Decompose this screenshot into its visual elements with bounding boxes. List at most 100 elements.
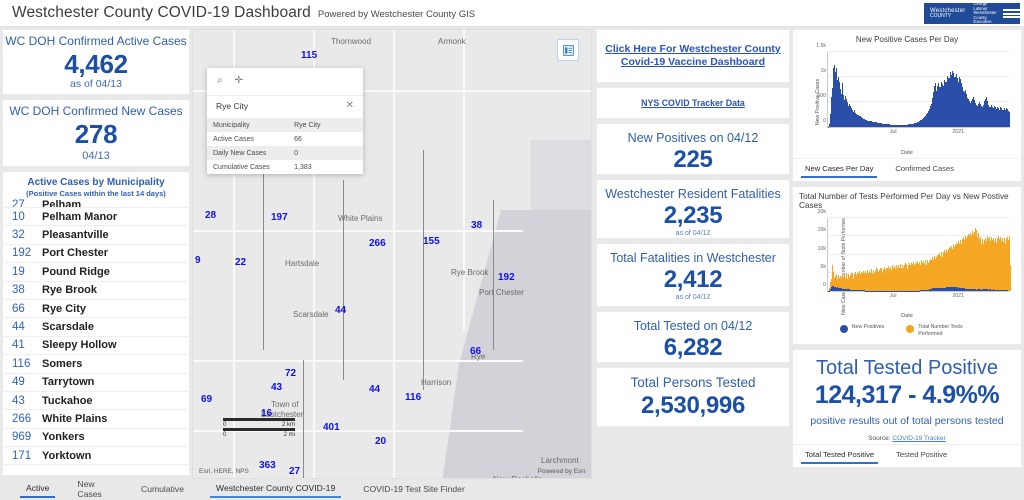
map-feature-popup[interactable]: ⌕ ✛ Rye City ✕ Municipality Rye City Activ…: [207, 68, 363, 174]
municipality-tabs[interactable]: Active New Cases Cumulative: [2, 477, 190, 500]
map-case-count[interactable]: 44: [335, 305, 346, 316]
chart-y-tick: 1k: [820, 68, 826, 74]
dashboard-root: Westchester County COVID-19 Dashboard Po…: [0, 0, 1024, 500]
logo-executive-text: George Latimer Westchester County Execut…: [973, 3, 1001, 24]
kpi-new-cases: WC DOH Confirmed New Cases 278 04/13: [2, 99, 190, 167]
tab-confirmed-cases[interactable]: Confirmed Cases: [891, 162, 958, 178]
tab-westchester-county-covid-19[interactable]: Westchester County COVID-19: [210, 481, 342, 498]
scalebar-mi: 2 mi: [283, 432, 295, 438]
map-place-label: Larchmont: [541, 456, 579, 465]
legend-swatch-icon: [839, 325, 848, 333]
covid-map[interactable]: Thornwood Armonk White Plains Hartsdale Scar…: [192, 29, 592, 479]
map-case-count[interactable]: 66: [470, 346, 481, 357]
map-case-count[interactable]: 9: [195, 255, 201, 266]
municipality-row[interactable]: 27 Pelham: [3, 199, 189, 208]
stat-card-title: Total Fatalities in Westchester: [610, 251, 776, 265]
tab-active[interactable]: Active: [20, 481, 56, 498]
municipality-count: 27: [12, 199, 25, 208]
vaccine-dashboard-link[interactable]: Click Here For Westchester County Covid-…: [602, 43, 784, 69]
municipality-row[interactable]: 266 White Plains: [3, 410, 189, 429]
tab-covid-19-test-site-finder[interactable]: COVID-19 Test Site Finder: [357, 482, 471, 497]
map-case-count[interactable]: 266: [369, 238, 386, 249]
municipality-name: Scarsdale: [42, 321, 94, 334]
popup-title: Rye City: [216, 100, 249, 111]
map-case-count[interactable]: 116: [405, 392, 421, 403]
nys-tracker-link-card[interactable]: NYS COVID Tracker Data: [596, 87, 790, 119]
map-case-count[interactable]: 197: [271, 212, 288, 223]
popup-toolbar[interactable]: ⌕ ✛: [207, 68, 363, 95]
chart-x-tick: 2021: [952, 129, 965, 135]
municipality-row[interactable]: 32 Pleasantville: [3, 226, 189, 245]
municipality-count: 38: [12, 284, 25, 297]
municipality-list[interactable]: 27 Pelham 10 Pelham Manor 32 Pleasantville 192…: [3, 199, 189, 475]
scalebar-labels-mi: 0 2 mi: [223, 432, 295, 438]
legend-item[interactable]: Total Number Tests Performed: [906, 324, 974, 338]
municipality-row[interactable]: 10 Pelham Manor: [3, 208, 189, 227]
map-place-label: Hartsdale: [285, 259, 320, 268]
map-case-count[interactable]: 401: [323, 422, 340, 433]
nys-tracker-link[interactable]: NYS COVID Tracker Data: [641, 98, 745, 109]
municipality-row[interactable]: 969 Yonkers: [3, 429, 189, 448]
vaccine-dashboard-link-card[interactable]: Click Here For Westchester County Covid-…: [596, 29, 790, 83]
tab-total-tested-positive[interactable]: Total Tested Positive: [801, 448, 879, 464]
municipality-count: 49: [12, 376, 25, 389]
legend-item[interactable]: New Positives: [839, 324, 884, 338]
tested-positive-tabs[interactable]: Total Tested Positive Tested Positive: [793, 443, 1021, 467]
map-case-count[interactable]: 43: [271, 382, 282, 393]
chart-y-tick: 1.5k: [816, 43, 826, 49]
map-case-count[interactable]: 363: [259, 460, 276, 471]
total-tested-positive-source: Source: COVID-19 Tracker: [797, 435, 1017, 442]
map-case-count[interactable]: 28: [205, 210, 216, 221]
map-case-count[interactable]: 155: [423, 236, 440, 247]
municipality-row[interactable]: 38 Rye Brook: [3, 282, 189, 300]
stat-card-value: 225: [673, 146, 713, 174]
logo-executive-title: Westchester County Executive: [973, 10, 997, 24]
westchester-county-logo[interactable]: Westchester COUNTY George Latimer Westch…: [924, 3, 1020, 24]
source-link[interactable]: COVID-19 Tracker: [892, 435, 945, 442]
map-case-count[interactable]: 69: [201, 394, 212, 405]
municipality-row[interactable]: 44 Scarsdale: [3, 318, 189, 337]
scalebar-bar-mi: [223, 428, 295, 431]
map-case-count[interactable]: 27: [289, 466, 300, 477]
map-case-count[interactable]: 20: [375, 436, 386, 447]
tab-new-cases[interactable]: New Cases: [71, 477, 119, 500]
map-case-count[interactable]: 44: [369, 384, 380, 395]
tab-tested-positive[interactable]: Tested Positive: [892, 448, 951, 464]
app-header: Westchester County COVID-19 Dashboard Po…: [0, 0, 1024, 27]
map-case-count[interactable]: 22: [235, 257, 246, 268]
zoom-to-icon[interactable]: ⌕: [217, 75, 223, 86]
map-case-count[interactable]: 38: [471, 220, 482, 231]
map-case-count[interactable]: 72: [285, 368, 296, 379]
municipality-count: 19: [12, 265, 25, 278]
map-place-label: Harrison: [421, 378, 452, 387]
source-prefix: Source:: [868, 434, 893, 442]
municipality-row[interactable]: 171 Yorktown: [3, 447, 189, 466]
chart1-plot-area[interactable]: 0 500 1k 1.5k Jul 2021: [816, 43, 1010, 135]
chart-y-tick: 20k: [817, 209, 826, 215]
map-case-count[interactable]: 115: [301, 50, 317, 61]
pan-icon[interactable]: ✛: [235, 75, 243, 86]
municipality-row[interactable]: 66 Rye City: [3, 300, 189, 319]
municipality-row[interactable]: 49 Tarrytown: [3, 374, 189, 392]
chart-series-new-positive-cases: [828, 52, 1010, 127]
stat-card-note: as of 04/12: [675, 293, 711, 301]
municipality-row[interactable]: 41 Sleepy Hollow: [3, 337, 189, 356]
municipality-row[interactable]: 192 Port Chester: [3, 245, 189, 264]
chart2-plot-area[interactable]: 0 5k 10k 15k 20k Jul 2021: [818, 209, 1011, 299]
close-icon[interactable]: ✕: [346, 100, 354, 111]
chart1-tabs[interactable]: New Cases Per Day Confirmed Cases: [793, 158, 1021, 181]
legend-icon[interactable]: [557, 39, 579, 61]
map-boundary: [493, 200, 494, 350]
map-case-count[interactable]: 192: [498, 272, 515, 283]
tab-new-cases-per-day[interactable]: New Cases Per Day: [801, 162, 878, 178]
scalebar-zero-mi: 0: [223, 432, 227, 438]
municipality-row[interactable]: 19 Pound Ridge: [3, 263, 189, 282]
map-powered-by: Powered by Esri: [537, 468, 585, 475]
tab-cumulative[interactable]: Cumulative: [135, 482, 190, 497]
map-tabs[interactable]: Westchester County COVID-19 COVID-19 Test…: [192, 480, 592, 498]
map-place-label: Rye Brook: [451, 268, 489, 277]
logo-bars-icon: [1003, 8, 1020, 19]
municipality-row[interactable]: 116 Somers: [3, 355, 189, 374]
kpi-active-cases-value: 4,462: [64, 48, 128, 79]
municipality-row[interactable]: 43 Tuckahoe: [3, 392, 189, 411]
